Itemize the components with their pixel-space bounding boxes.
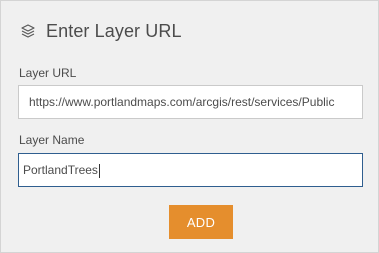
layer-name-input[interactable]: PortlandTrees bbox=[18, 153, 363, 187]
enter-layer-url-panel: Enter Layer URL Layer URL https://www.po… bbox=[0, 0, 379, 253]
layer-url-value: https://www.portlandmaps.com/arcgis/rest… bbox=[29, 95, 335, 109]
layers-icon bbox=[18, 21, 38, 41]
layer-url-label: Layer URL bbox=[19, 66, 77, 80]
text-cursor bbox=[98, 163, 100, 178]
panel-header: Enter Layer URL bbox=[18, 19, 182, 43]
add-button[interactable]: ADD bbox=[169, 205, 233, 239]
layer-name-label: Layer Name bbox=[19, 133, 85, 147]
layer-name-value: PortlandTrees bbox=[23, 163, 98, 177]
layer-url-input[interactable]: https://www.portlandmaps.com/arcgis/rest… bbox=[18, 85, 363, 119]
panel-title: Enter Layer URL bbox=[46, 20, 182, 41]
